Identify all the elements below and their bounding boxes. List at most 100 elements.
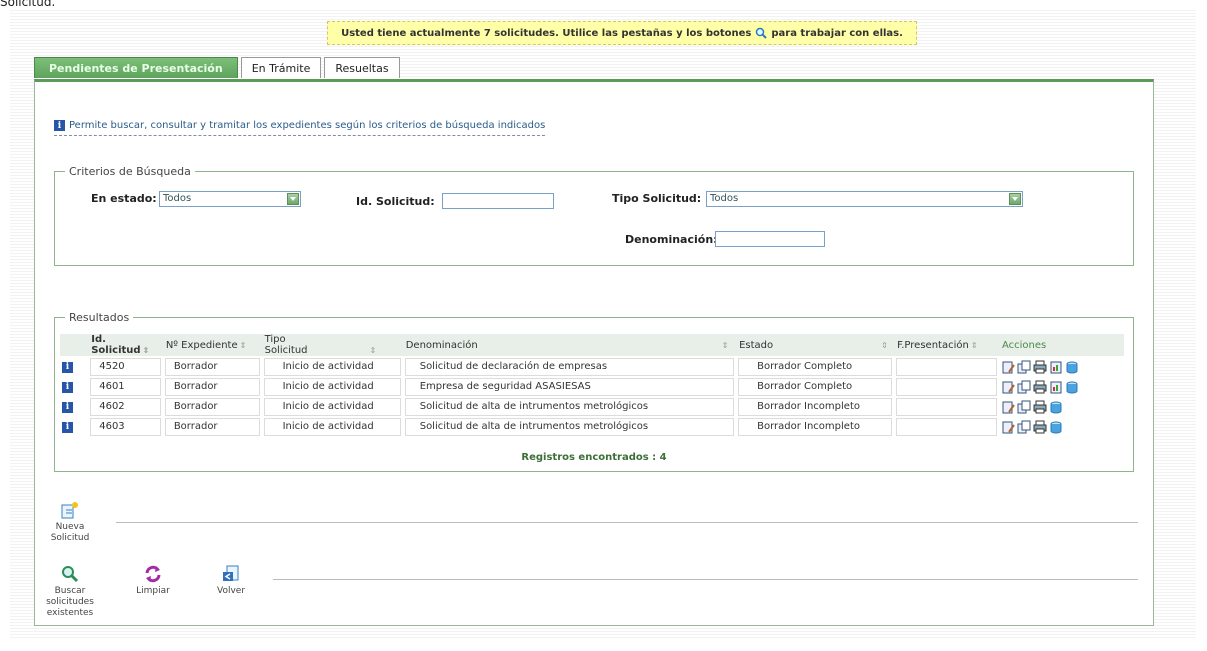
tab-en-tramite[interactable]: En Trámite xyxy=(240,57,322,78)
nueva-solicitud-button[interactable]: Nueva Solicitud xyxy=(47,500,93,544)
table-row: i 4602 Borrador Inicio de actividad Soli… xyxy=(60,398,1124,416)
buscar-solicitudes-button[interactable]: Buscar solicitudes existentes xyxy=(45,564,95,619)
print-icon[interactable] xyxy=(1033,420,1047,434)
cell-denominacion: Solicitud de alta de intrumentos metroló… xyxy=(404,418,735,436)
estado-select[interactable]: Todos xyxy=(159,191,301,207)
estado-label: En estado: xyxy=(91,192,157,205)
delete-icon[interactable] xyxy=(1049,400,1063,414)
cell-tipo: Inicio de actividad xyxy=(263,378,401,396)
id-solicitud-input[interactable] xyxy=(442,193,554,209)
edit-icon[interactable] xyxy=(1001,420,1015,434)
volver-label: Volver xyxy=(216,586,246,596)
row-actions xyxy=(1001,400,1122,414)
copy-icon[interactable] xyxy=(1017,400,1031,414)
delete-icon[interactable] xyxy=(1065,360,1079,374)
row-actions xyxy=(1001,360,1122,374)
header-info-col xyxy=(60,334,89,356)
table-row: i 4601 Borrador Inicio de actividad Empr… xyxy=(60,378,1124,396)
refresh-icon xyxy=(145,565,161,583)
print-icon[interactable] xyxy=(1033,380,1047,394)
cell-fecha xyxy=(896,418,997,436)
cell-expediente: Borrador xyxy=(164,418,260,436)
tab-bar: Pendientes de Presentación En Trámite Re… xyxy=(34,57,400,79)
info-icon[interactable]: i xyxy=(62,401,73,413)
tab-pendientes[interactable]: Pendientes de Presentación xyxy=(34,57,238,78)
header-estado[interactable]: Estado ⇕ xyxy=(736,334,895,356)
table-row: i 4603 Borrador Inicio de actividad Soli… xyxy=(60,418,1124,436)
copy-icon[interactable] xyxy=(1017,420,1031,434)
delete-icon[interactable] xyxy=(1049,420,1063,434)
edit-icon[interactable] xyxy=(1001,400,1015,414)
chart-doc-icon[interactable] xyxy=(1049,360,1063,374)
volver-button[interactable]: Volver xyxy=(208,564,254,597)
info-icon[interactable]: i xyxy=(62,421,73,433)
results-table: Id. Solicitud ⇕ Nº Expediente ⇕ Tipo Solic… xyxy=(60,332,1124,438)
cell-denominacion: Empresa de seguridad ASASIESAS xyxy=(404,378,735,396)
denominacion-input[interactable] xyxy=(715,231,825,247)
notice-banner: Usted tiene actualmente 7 solicitudes. U… xyxy=(327,21,917,45)
tab-resueltas[interactable]: Resueltas xyxy=(324,57,400,78)
header-expediente[interactable]: Nº Expediente ⇕ xyxy=(162,334,262,356)
copy-icon[interactable] xyxy=(1017,380,1031,394)
divider-2 xyxy=(273,579,1138,580)
print-icon[interactable] xyxy=(1033,400,1047,414)
row-info-cell: i xyxy=(60,378,88,396)
row-actions xyxy=(1001,380,1122,394)
search-icon xyxy=(62,566,79,583)
table-row: i 4520 Borrador Inicio de actividad Soli… xyxy=(60,358,1124,376)
cell-denominacion: Solicitud de alta de intrumentos metroló… xyxy=(404,398,735,416)
search-icon xyxy=(756,27,768,39)
partial-top-text: Solicitud. xyxy=(0,0,56,9)
cell-fecha xyxy=(896,378,997,396)
info-text: Permite buscar, consultar y tramitar los… xyxy=(69,120,546,131)
nueva-label-1: Nueva xyxy=(55,522,85,532)
header-denominacion[interactable]: Denominación ⇕ xyxy=(402,334,737,356)
cell-tipo: Inicio de actividad xyxy=(263,398,401,416)
id-solicitud-label: Id. Solicitud: xyxy=(356,195,435,208)
info-icon[interactable]: i xyxy=(62,361,73,373)
cell-id: 4603 xyxy=(90,418,161,436)
notice-text-before: Usted tiene actualmente 7 solicitudes. U… xyxy=(341,27,752,39)
chart-doc-icon[interactable] xyxy=(1049,380,1063,394)
row-info-cell: i xyxy=(60,398,88,416)
header-id[interactable]: Id. Solicitud ⇕ xyxy=(88,334,163,356)
results-legend: Resultados xyxy=(69,311,130,324)
limpiar-label: Limpiar xyxy=(136,586,170,596)
cell-tipo: Inicio de actividad xyxy=(263,418,401,436)
buscar-label-2: solicitudes xyxy=(46,597,94,607)
search-criteria-legend: Criterios de Búsqueda xyxy=(69,165,191,178)
cell-fecha xyxy=(896,398,997,416)
limpiar-button[interactable]: Limpiar xyxy=(130,564,176,597)
delete-icon[interactable] xyxy=(1065,380,1079,394)
buscar-label-1: Buscar xyxy=(54,586,86,596)
chevron-down-icon[interactable] xyxy=(1009,193,1021,205)
row-info-cell: i xyxy=(60,358,88,376)
search-criteria-fieldset: Criterios de Búsqueda xyxy=(54,165,1134,266)
print-icon[interactable] xyxy=(1033,360,1047,374)
edit-icon[interactable] xyxy=(1001,380,1015,394)
info-icon[interactable]: i xyxy=(62,381,73,393)
divider-1 xyxy=(116,522,1138,523)
header-fecha[interactable]: F.Presentación ⇕ xyxy=(894,334,999,356)
info-line: i Permite buscar, consultar y tramitar l… xyxy=(54,120,546,136)
cell-id: 4602 xyxy=(90,398,161,416)
edit-icon[interactable] xyxy=(1001,360,1015,374)
copy-icon[interactable] xyxy=(1017,360,1031,374)
cell-fecha xyxy=(896,358,997,376)
main-panel: i Permite buscar, consultar y tramitar l… xyxy=(34,79,1154,626)
tipo-solicitud-select[interactable]: Todos xyxy=(706,191,1023,207)
nueva-label-2: Solicitud xyxy=(50,533,90,543)
table-header-row: Id. Solicitud ⇕ Nº Expediente ⇕ Tipo Solic… xyxy=(60,334,1124,356)
info-icon: i xyxy=(54,120,65,131)
cell-estado: Borrador Completo xyxy=(738,378,893,396)
cell-expediente: Borrador xyxy=(164,358,260,376)
buscar-label-3: existentes xyxy=(46,608,94,618)
chevron-down-icon[interactable] xyxy=(287,193,299,205)
new-document-icon xyxy=(61,502,78,519)
row-actions xyxy=(1001,420,1122,434)
estado-select-value: Todos xyxy=(163,193,192,204)
cell-tipo: Inicio de actividad xyxy=(263,358,401,376)
header-tipo[interactable]: Tipo Solicitud ⇕ xyxy=(261,334,403,356)
row-info-cell: i xyxy=(60,418,88,436)
cell-id: 4601 xyxy=(90,378,161,396)
